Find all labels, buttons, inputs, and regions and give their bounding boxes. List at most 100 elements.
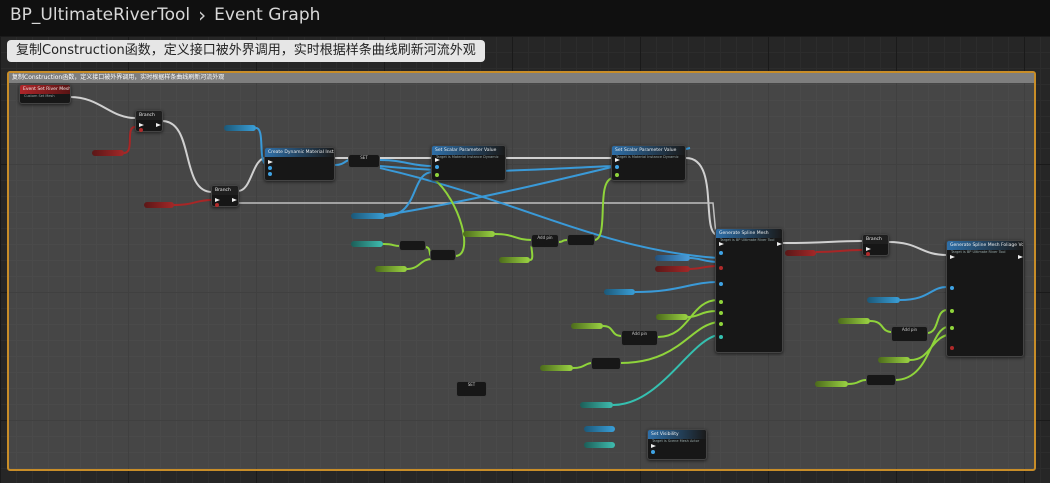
node-title: Generate Spline Mesh: [716, 229, 782, 238]
float-variable[interactable]: [815, 381, 848, 387]
set-scalar-parameter-node[interactable]: Set Scalar Parameter Value Target is Mat…: [611, 145, 686, 181]
value-pin[interactable]: [615, 173, 619, 177]
math-node[interactable]: Add pin: [621, 330, 658, 346]
float-wire: [494, 233, 533, 241]
node-subtitle: Target is Material Instance Dynamic: [436, 155, 499, 159]
value-pin[interactable]: [435, 173, 439, 177]
object-variable[interactable]: [867, 297, 900, 303]
float-pin[interactable]: [719, 311, 723, 315]
math-node[interactable]: [591, 357, 621, 370]
object-variable[interactable]: [655, 255, 690, 261]
condition-pin[interactable]: [866, 252, 870, 256]
node-subtitle: Target is Scene Mesh Actor: [652, 439, 700, 443]
condition-pin[interactable]: [139, 128, 143, 132]
float-variable[interactable]: [571, 323, 603, 329]
float-variable[interactable]: [838, 318, 870, 324]
exec-in-pin[interactable]: [268, 160, 273, 164]
float-pin[interactable]: [950, 326, 954, 330]
object-variable[interactable]: [584, 426, 615, 432]
math-node[interactable]: [430, 249, 456, 261]
node-title: Create Dynamic Material Instance: [265, 148, 334, 157]
bool-variable[interactable]: [785, 250, 816, 256]
exec-out-pin[interactable]: [777, 242, 782, 246]
vector-pin[interactable]: [719, 335, 723, 339]
float-wire: [406, 258, 433, 270]
float-wire: [847, 379, 867, 385]
float-wire: [602, 325, 623, 337]
branch-node[interactable]: Branch: [135, 110, 163, 132]
float-variable[interactable]: [656, 314, 688, 320]
node-title: Branch: [212, 186, 238, 195]
true-pin[interactable]: [156, 123, 161, 127]
object-pin[interactable]: [719, 251, 723, 255]
float-variable[interactable]: [499, 257, 530, 263]
math-node[interactable]: [866, 374, 896, 386]
condition-pin[interactable]: [215, 203, 219, 207]
vector-variable[interactable]: [580, 402, 613, 408]
bool-variable[interactable]: [92, 150, 124, 156]
bool-pin[interactable]: [950, 346, 954, 350]
float-variable[interactable]: [375, 266, 407, 272]
node-title: Branch: [136, 111, 162, 120]
exec-in-pin[interactable]: [139, 123, 144, 127]
set-visibility-node[interactable]: Set Visibility Target is Scene Mesh Acto…: [647, 429, 707, 460]
node-title: Event Set River Mesh: [20, 85, 70, 94]
bool-variable[interactable]: [144, 202, 174, 208]
target-pin[interactable]: [435, 165, 439, 169]
bool-wire: [173, 199, 213, 206]
float-variable[interactable]: [463, 231, 495, 237]
create-dynamic-material-node[interactable]: Create Dynamic Material Instance: [264, 147, 335, 181]
exec-wire: [161, 120, 213, 193]
object-pin[interactable]: [719, 282, 723, 286]
node-title: Set Visibility: [648, 430, 706, 439]
math-node[interactable]: [399, 240, 426, 251]
exec-wire: [685, 157, 719, 236]
exec-wire: [237, 157, 267, 192]
event-node-set-river-mesh[interactable]: Event Set River Mesh Custom Set Mesh: [19, 84, 71, 104]
exec-in-pin[interactable]: [651, 444, 656, 448]
float-pin[interactable]: [719, 322, 723, 326]
bool-wire: [815, 249, 863, 253]
node-subtitle: Target is Material Instance Dynamic: [616, 155, 679, 159]
target-pin[interactable]: [651, 450, 655, 454]
true-pin[interactable]: [232, 198, 237, 202]
exec-in-pin[interactable]: [719, 242, 724, 246]
object-variable[interactable]: [604, 289, 635, 295]
branch-node[interactable]: Branch: [211, 185, 239, 207]
target-pin[interactable]: [615, 165, 619, 169]
node-subtitle: Target is BP Ultimate River Tool: [951, 250, 1006, 254]
node-title: SET: [360, 155, 368, 160]
object-variable[interactable]: [351, 213, 385, 219]
float-variable[interactable]: [351, 241, 383, 247]
bool-pin[interactable]: [719, 266, 723, 270]
float-variable[interactable]: [540, 365, 573, 371]
exec-wire: [782, 240, 863, 244]
set-variable-node[interactable]: SET: [456, 381, 487, 397]
exec-in-pin[interactable]: [215, 198, 220, 202]
exec-out-pin[interactable]: [1018, 255, 1023, 259]
object-pin[interactable]: [950, 286, 954, 290]
generate-spline-mesh-foliage-node[interactable]: Generate Spline Mesh Foliage Volume Targ…: [946, 240, 1024, 357]
math-node[interactable]: Add pin: [891, 326, 928, 342]
float-pin[interactable]: [719, 300, 723, 304]
generate-spline-mesh-node[interactable]: Generate Spline Mesh Target is BP Ultima…: [715, 228, 783, 353]
exec-wire: [887, 241, 948, 256]
object-pin[interactable]: [268, 172, 272, 176]
branch-node[interactable]: Branch: [862, 234, 889, 256]
float-wire: [529, 245, 534, 261]
set-scalar-parameter-node[interactable]: Set Scalar Parameter Value Target is Mat…: [431, 145, 506, 181]
exec-in-pin[interactable]: [866, 247, 871, 251]
add-pin-label: Add pin: [537, 235, 553, 240]
math-node[interactable]: Add pin: [531, 234, 559, 248]
object-pin[interactable]: [268, 166, 272, 170]
bool-variable[interactable]: [655, 266, 690, 272]
object-variable[interactable]: [224, 125, 256, 131]
set-variable-node[interactable]: SET: [348, 154, 380, 168]
vector-variable[interactable]: [584, 442, 615, 448]
math-node[interactable]: [567, 234, 595, 246]
float-pin[interactable]: [950, 309, 954, 313]
exec-in-pin[interactable]: [950, 255, 955, 259]
node-title: Set Scalar Parameter Value: [612, 146, 685, 155]
object-wire: [899, 286, 948, 301]
float-variable[interactable]: [878, 357, 910, 363]
